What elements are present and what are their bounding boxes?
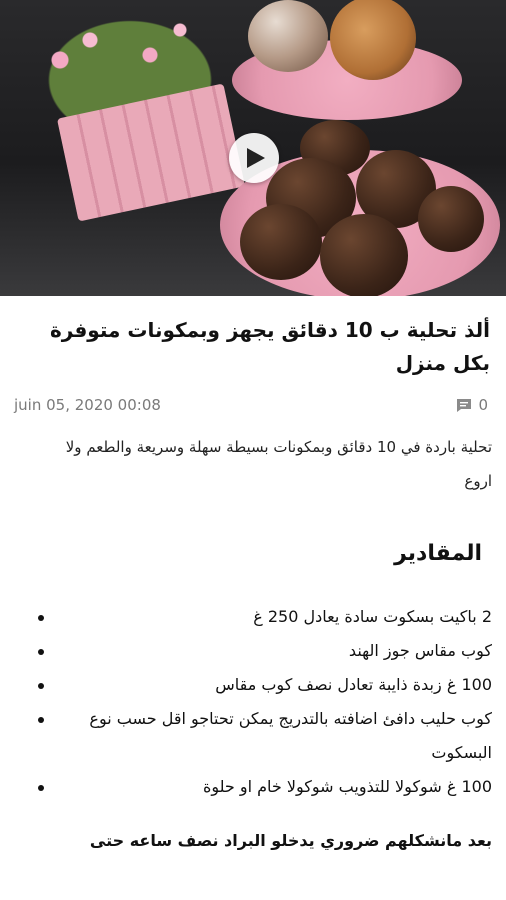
ingredients-list: 2 باكيت بسكوت سادة يعادل 250 غ كوب مقاس … [14, 600, 492, 804]
ingredients-heading: المقادير [394, 541, 482, 566]
list-item: 2 باكيت بسكوت سادة يعادل 250 غ [38, 600, 492, 634]
list-item: كوب حليب دافئ اضافته بالتدريج يمكن تحتاج… [38, 702, 492, 770]
chocolate-ball [320, 214, 408, 296]
coconut-ball [248, 0, 328, 72]
article-description: تحلية باردة في 10 دقائق وبمكونات بسيطة س… [65, 438, 492, 490]
bullet [38, 649, 44, 655]
instructions-paragraph: بعد مانشكلهم ضروري يدخلو البراد نصف ساعه… [89, 831, 492, 850]
post-date: juin 05, 2020 00:08 [14, 396, 161, 414]
comment-icon [457, 398, 472, 412]
hero-video-thumbnail[interactable] [0, 0, 506, 296]
chocolate-ball [418, 186, 484, 252]
list-item: كوب مقاس جوز الهند [38, 634, 492, 668]
play-button[interactable] [229, 133, 279, 183]
play-icon [247, 148, 265, 168]
bullet [38, 615, 44, 621]
article-meta: juin 05, 2020 00:08 0 [14, 394, 492, 416]
article-title: ألذ تحلية ب 10 دقائق يجهز وبمكونات متوفر… [49, 318, 490, 375]
list-item: 100 غ زبدة ذايبة تعادل نصف كوب مقاس [38, 668, 492, 702]
list-item: 100 غ شوكولا للتذويب شوكولا خام او حلوة [38, 770, 492, 804]
bullet [38, 683, 44, 689]
bullet [38, 717, 44, 723]
comments-link[interactable]: 0 [456, 396, 488, 414]
bullet [38, 785, 44, 791]
chocolate-ball [240, 204, 322, 280]
comment-count: 0 [478, 396, 488, 414]
